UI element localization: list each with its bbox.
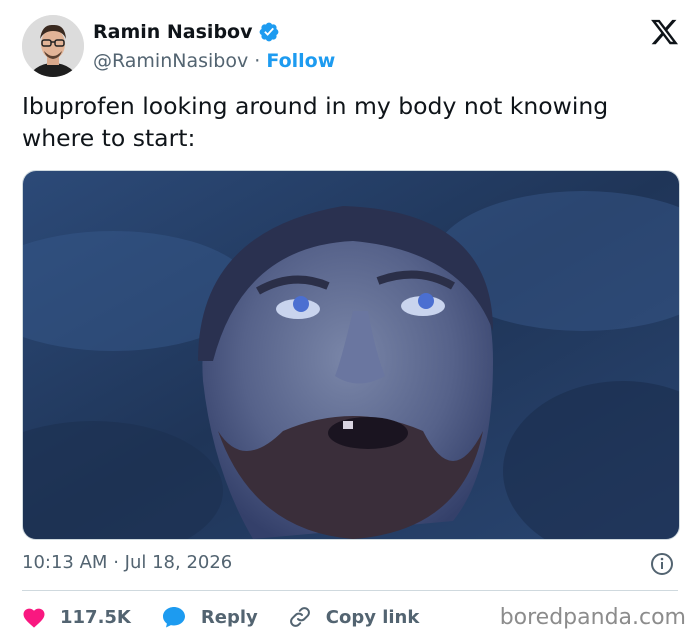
author-name-row: Ramin Nasibov [93, 21, 280, 43]
divider [22, 590, 678, 591]
handle-separator: · [254, 50, 261, 72]
author-handle[interactable]: @RaminNasibov [93, 50, 248, 72]
avatar[interactable] [22, 15, 84, 77]
timestamp-separator: · [113, 552, 119, 573]
verified-badge-icon [259, 22, 278, 42]
tweet-actions: 117.5K Reply Copy link [22, 603, 449, 631]
info-icon[interactable] [650, 552, 674, 576]
like-button[interactable]: 117.5K [22, 606, 131, 628]
tweet-text: Ibuprofen looking around in my body not … [22, 92, 609, 152]
heart-icon [23, 608, 45, 628]
author-name[interactable]: Ramin Nasibov [93, 21, 253, 43]
follow-button[interactable]: Follow [266, 50, 335, 72]
x-logo-icon[interactable] [649, 17, 680, 47]
watermark: boredpanda.com [499, 605, 686, 630]
tweet-header: Ramin Nasibov @RaminNasibov · Follow [22, 15, 682, 79]
copy-link-button[interactable]: Copy link [288, 605, 420, 629]
copy-link-label: Copy link [325, 606, 420, 628]
reply-label: Reply [200, 606, 258, 628]
tweet-media-image[interactable] [22, 170, 680, 540]
tweet-timestamp[interactable]: 10:13 AM · Jul 18, 2026 [22, 552, 232, 573]
tweet-date: Jul 18, 2026 [124, 552, 233, 573]
reply-bubble-icon [162, 607, 185, 628]
reply-button[interactable]: Reply [161, 605, 258, 629]
author-handle-row: @RaminNasibov · Follow [93, 50, 335, 72]
link-icon [289, 607, 310, 627]
like-count: 117.5K [60, 606, 131, 628]
tweet-time: 10:13 AM [22, 552, 108, 573]
